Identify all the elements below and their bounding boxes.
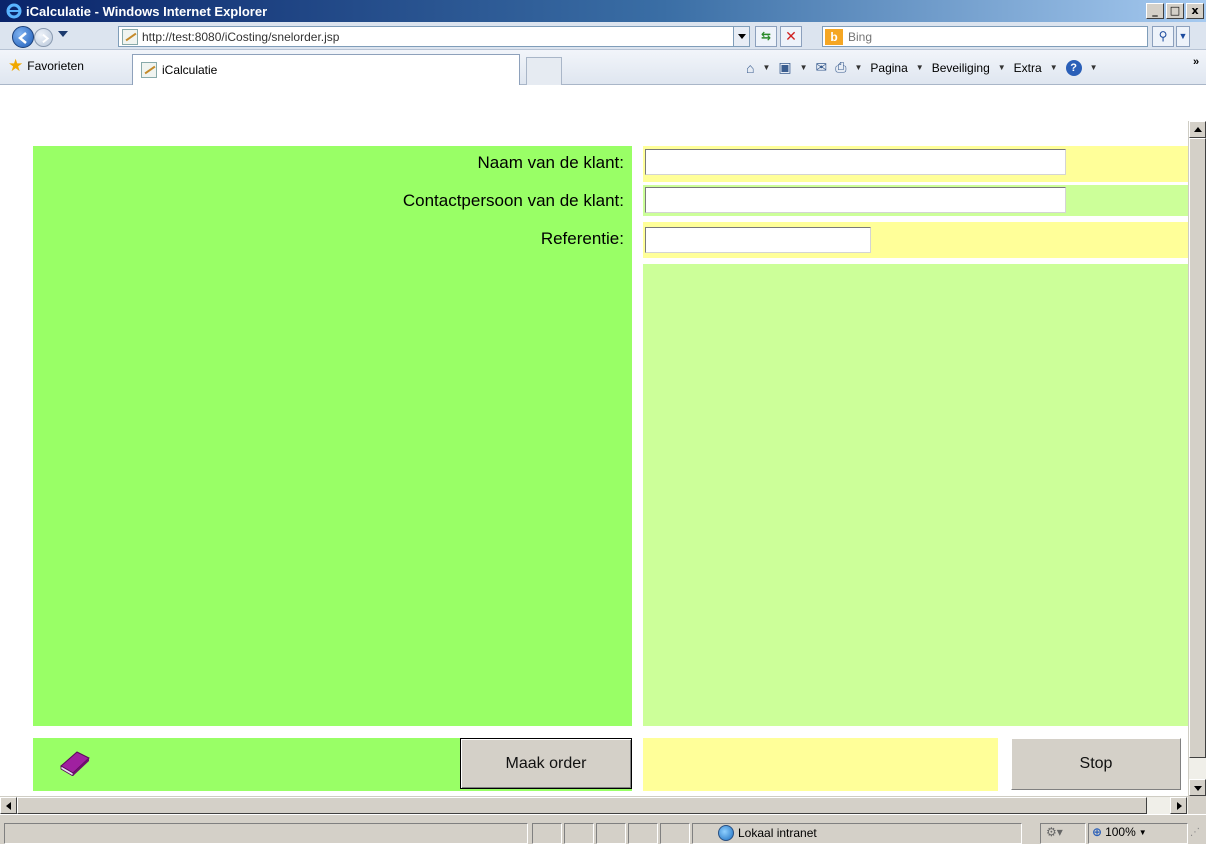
command-items: ⌂ ▼ ▣ ▼ ✉ ⎙ ▼ Pagina ▼ Beveiliging ▼ Extra ▼ ?…: [746, 59, 1098, 76]
favorites-label: Favorieten: [27, 59, 84, 73]
refresh-icon: ⇆: [760, 29, 772, 43]
bing-logo-icon: b: [825, 28, 843, 45]
horizontal-scrollbar[interactable]: [0, 796, 1188, 814]
book-icon[interactable]: [57, 746, 93, 776]
address-dropdown-button[interactable]: [733, 27, 749, 46]
star-icon: ★: [8, 56, 24, 75]
stop-loading-button[interactable]: ✕: [780, 26, 802, 47]
labels-panel: Naam van de klant: Contactpersoon van de…: [33, 146, 632, 726]
vertical-scroll-thumb[interactable]: [1189, 138, 1206, 758]
chevron-down-icon: ▼: [1178, 31, 1188, 41]
action-bar-middle: [643, 738, 998, 791]
forward-button[interactable]: [34, 28, 53, 47]
arrow-right-icon: [42, 33, 50, 44]
window-controls: _ □ x: [1146, 3, 1204, 19]
page-menu-chevron-icon: ▼: [915, 63, 924, 72]
help-dropdown-icon[interactable]: ▼: [1090, 63, 1098, 72]
protected-mode-icon: ⚙▾: [1046, 825, 1063, 839]
status-cell: [660, 823, 690, 844]
reference-row: [643, 222, 1188, 258]
navigation-bar: ⇆ ✕ b ⚲ ▼: [0, 22, 1206, 50]
contact-person-label: Contactpersoon van de klant:: [402, 191, 624, 210]
make-order-button[interactable]: Maak order: [460, 738, 632, 789]
page-favicon-icon: [122, 28, 138, 45]
search-icon: ⚲: [1158, 29, 1168, 43]
scroll-left-button[interactable]: [0, 797, 17, 814]
page-menu[interactable]: Pagina: [870, 61, 907, 75]
resize-grip-icon[interactable]: ⋰: [1190, 827, 1200, 838]
intranet-globe-icon: [718, 825, 734, 841]
scrollbar-corner: [1188, 796, 1206, 814]
status-cell: [564, 823, 594, 844]
search-options-dropdown[interactable]: ▼: [1176, 26, 1190, 47]
security-menu-chevron-icon: ▼: [997, 63, 1006, 72]
close-x-icon: ✕: [785, 28, 797, 44]
scroll-down-button[interactable]: [1189, 779, 1206, 796]
tab-title: iCalculatie: [162, 63, 218, 77]
print-icon[interactable]: ⎙: [835, 59, 846, 76]
search-box: b: [822, 26, 1148, 47]
extra-menu-chevron-icon: ▼: [1049, 63, 1058, 72]
arrow-left-icon: [18, 32, 27, 44]
internet-explorer-icon: [6, 3, 22, 19]
close-button[interactable]: x: [1186, 3, 1204, 19]
minimize-button[interactable]: _: [1146, 3, 1164, 19]
new-tab-button[interactable]: [526, 57, 562, 85]
search-input[interactable]: [848, 29, 1147, 44]
address-input[interactable]: [142, 27, 733, 46]
window-title: iCalculatie - Windows Internet Explorer: [26, 3, 268, 19]
status-cell: [532, 823, 562, 844]
help-icon[interactable]: ?: [1065, 59, 1082, 76]
action-bar-left: Maak order: [33, 738, 632, 791]
tab-favicon-icon: [141, 62, 157, 78]
customer-name-input[interactable]: [645, 149, 1066, 175]
security-menu[interactable]: Beveiliging: [932, 61, 990, 75]
page-content: Naam van de klant: Contactpersoon van de…: [0, 121, 1188, 796]
window-titlebar: iCalculatie - Windows Internet Explorer …: [0, 0, 1206, 22]
tab-icalculatie[interactable]: iCalculatie: [132, 54, 520, 85]
search-button[interactable]: ⚲: [1152, 26, 1174, 47]
reference-input[interactable]: [645, 227, 871, 253]
security-zone[interactable]: Lokaal intranet: [718, 825, 817, 841]
stop-button[interactable]: Stop: [1011, 738, 1181, 790]
home-icon[interactable]: ⌂: [746, 60, 754, 76]
back-button[interactable]: [12, 26, 34, 48]
customer-name-row: [643, 146, 1188, 182]
security-zone-label: Lokaal intranet: [738, 826, 817, 840]
scroll-up-button[interactable]: [1189, 121, 1206, 138]
zoom-icon: ⊕: [1092, 825, 1103, 839]
status-cell: [628, 823, 658, 844]
scroll-right-button[interactable]: [1170, 797, 1187, 814]
feeds-icon[interactable]: ▣: [778, 59, 791, 76]
zoom-dropdown-icon: ▼: [1138, 827, 1147, 837]
recent-pages-dropdown[interactable]: [58, 31, 68, 37]
favorites-button[interactable]: ★ Favorieten: [8, 56, 84, 75]
maximize-button[interactable]: □: [1166, 3, 1184, 19]
horizontal-scroll-thumb[interactable]: [17, 797, 1147, 814]
status-cell: [596, 823, 626, 844]
reference-label: Referentie:: [540, 229, 624, 248]
zoom-control[interactable]: ⊕ 100% ▼: [1092, 825, 1147, 839]
vertical-scrollbar[interactable]: [1188, 121, 1206, 796]
customer-name-label: Naam van de klant:: [477, 153, 624, 172]
zoom-level: 100%: [1105, 825, 1136, 839]
contact-person-input[interactable]: [645, 187, 1066, 213]
more-commands-chevron-icon[interactable]: »: [1193, 56, 1199, 68]
print-dropdown-icon[interactable]: ▼: [854, 63, 862, 72]
contact-person-row: [643, 185, 1188, 216]
status-text-cell: [4, 823, 528, 844]
refresh-button[interactable]: ⇆: [755, 26, 777, 47]
mail-icon[interactable]: ✉: [816, 59, 828, 76]
feeds-dropdown-icon[interactable]: ▼: [800, 63, 808, 72]
details-area: [643, 264, 1188, 726]
command-bar: ★ Favorieten iCalculatie ⌂ ▼ ▣ ▼ ✉ ⎙ ▼ Pagi…: [0, 50, 1206, 85]
home-dropdown-icon[interactable]: ▼: [762, 63, 770, 72]
address-bar: [118, 26, 750, 47]
status-bar: Lokaal intranet ⚙▾ ⊕ 100% ▼ ⋰: [0, 814, 1206, 844]
extra-menu[interactable]: Extra: [1014, 61, 1042, 75]
